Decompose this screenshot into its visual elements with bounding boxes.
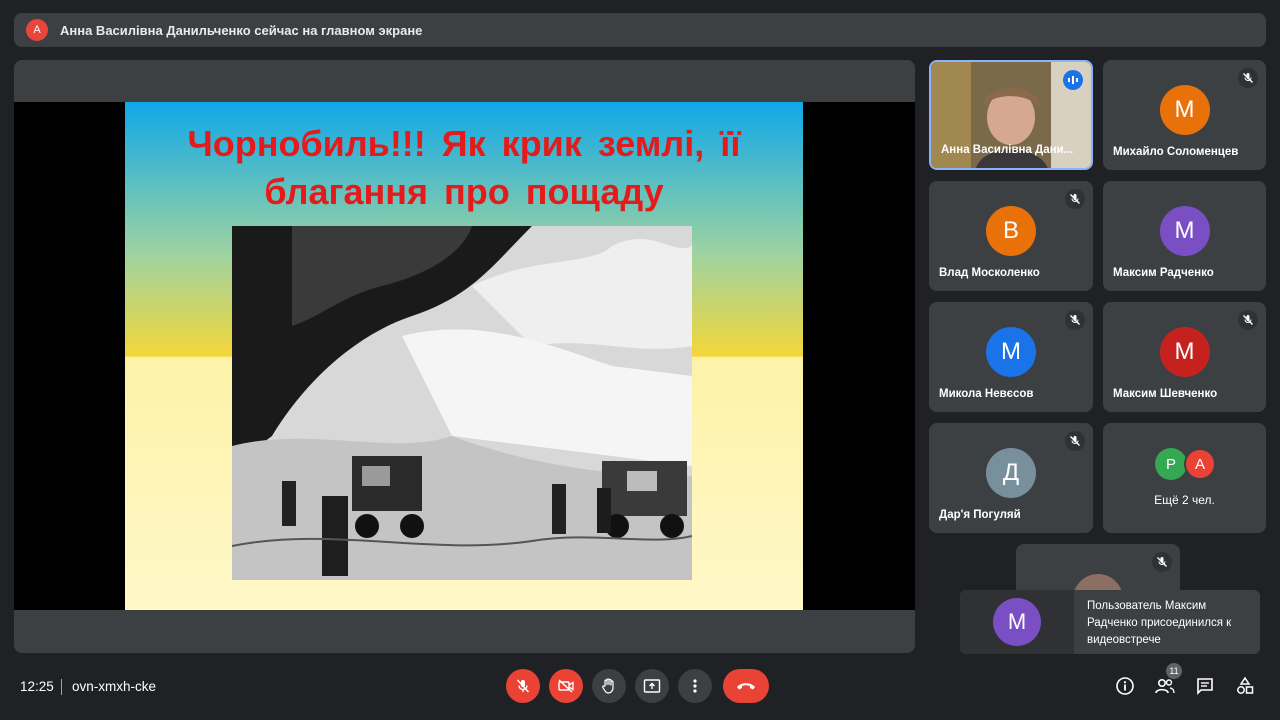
participant-avatar: В [986, 206, 1036, 256]
participant-avatar: М [986, 327, 1036, 377]
present-icon [643, 679, 661, 693]
people-icon [1155, 678, 1175, 694]
participant-avatar: А [1184, 448, 1216, 480]
toast-message: Пользователь Максим Радченко присоединил… [1087, 600, 1232, 646]
participant-name: Влад Москоленко [939, 267, 1040, 279]
call-end-icon [737, 683, 755, 690]
shared-screen-video: Чорнобиль!!! Як крик землі, її благання … [14, 102, 915, 610]
participants-count-badge: 11 [1166, 663, 1182, 679]
mic-off-icon [1065, 189, 1085, 209]
participant-tile[interactable]: М Микола Невєсов [929, 302, 1093, 412]
presenter-avatar: А [26, 19, 48, 41]
participant-tile[interactable]: В Влад Москоленко [929, 181, 1093, 291]
camera-toggle-button[interactable] [549, 669, 583, 703]
participant-tile-anna[interactable]: Анна Василівна Дани... [929, 60, 1093, 170]
mic-off-icon [1065, 431, 1085, 451]
more-count-label: Ещё 2 чел. [1154, 493, 1215, 507]
slide-title: Чорнобиль!!! Як крик землі, її благання … [187, 123, 741, 212]
participant-tile[interactable]: М Максим Шевченко [1103, 302, 1266, 412]
participant-name: Дар'я Погуляй [939, 509, 1021, 521]
participant-avatar: Д [986, 448, 1036, 498]
meeting-code: ovn-xmxh-cke [72, 679, 157, 694]
chat-button[interactable] [1193, 674, 1217, 698]
info-icon [1116, 677, 1134, 695]
toast-avatar: М [993, 598, 1041, 646]
more-options-button[interactable] [678, 669, 712, 703]
more-vert-icon [693, 679, 697, 693]
raise-hand-button[interactable] [592, 669, 626, 703]
slide-photo [232, 226, 692, 580]
mic-toggle-button[interactable] [506, 669, 540, 703]
presentation-slide: Чорнобиль!!! Як крик землі, її благання … [125, 102, 803, 610]
participant-name: Анна Василівна Дани... [941, 144, 1074, 156]
chat-icon [1197, 678, 1213, 695]
activities-button[interactable] [1233, 674, 1257, 698]
participant-avatar: Р [1155, 448, 1187, 480]
mic-off-icon [516, 679, 530, 693]
participant-tile[interactable]: Д Дар'я Погуляй [929, 423, 1093, 533]
meeting-details-button[interactable] [1113, 674, 1137, 698]
participant-name: Михайло Соломенцев [1113, 146, 1239, 158]
leave-call-button[interactable] [723, 669, 769, 703]
present-screen-button[interactable] [635, 669, 669, 703]
mic-off-icon [1238, 310, 1258, 330]
participant-tile[interactable]: М Максим Радченко [1103, 181, 1266, 291]
camera-off-icon [558, 679, 574, 693]
participant-name: Микола Невєсов [939, 388, 1034, 400]
bottom-controls: 12:25 ovn-xmxh-cke 11 [0, 660, 1280, 720]
join-notification: М Пользователь Максим Радченко присоедин… [960, 590, 1260, 654]
self-avatar [1073, 574, 1123, 590]
presenter-banner: А Анна Василівна Данильченко сейчас на г… [14, 13, 1266, 47]
hand-icon [602, 678, 614, 694]
shapes-icon [1237, 676, 1254, 694]
participant-avatar: М [1159, 206, 1210, 256]
mic-off-icon [1238, 68, 1258, 88]
mic-off-icon [1152, 552, 1172, 572]
more-participants-tile[interactable]: Р А Ещё 2 чел. [1103, 423, 1266, 533]
self-view-tile[interactable] [1016, 544, 1180, 590]
participant-name: Максим Радченко [1113, 267, 1214, 279]
main-screen-share: Чорнобиль!!! Як крик землі, її благання … [14, 60, 915, 653]
participant-name: Максим Шевченко [1113, 388, 1218, 400]
participant-avatar: М [1159, 85, 1210, 135]
clock: 12:25 [20, 679, 54, 694]
presenter-text: Анна Василівна Данильченко сейчас на гла… [60, 22, 423, 38]
speaking-indicator-icon [1063, 70, 1083, 90]
mic-off-icon [1065, 310, 1085, 330]
participant-tile[interactable]: М Михайло Соломенцев [1103, 60, 1266, 170]
participant-avatar: М [1159, 327, 1210, 377]
